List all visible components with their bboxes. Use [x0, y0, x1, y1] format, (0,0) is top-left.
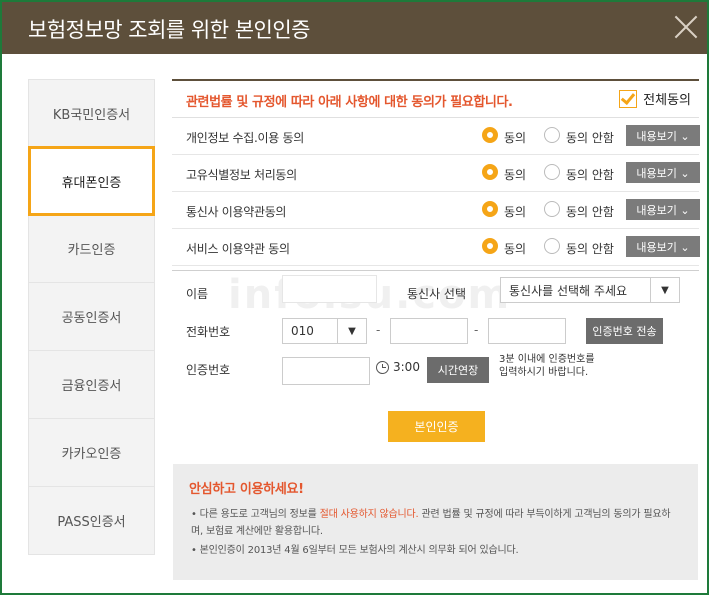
view-content-button[interactable]: 내용보기 ⌄ — [626, 162, 700, 183]
all-agree-checkbox[interactable]: 전체동의 — [619, 89, 691, 108]
agreement-section: 관련법률 및 규정에 따라 아래 사항에 대한 동의가 필요합니다. 전체동의 … — [172, 79, 700, 270]
agree-radio[interactable] — [482, 164, 498, 180]
agree-label[interactable]: 동의 — [504, 203, 526, 220]
send-code-button[interactable]: 인증번호 전송 — [586, 318, 663, 344]
disagree-radio[interactable] — [544, 201, 560, 217]
info-item-highlight: 절대 사용하지 않습니다. — [319, 509, 419, 520]
verify-identity-button[interactable]: 본인인증 — [388, 411, 485, 442]
info-item: • 본인인증이 2013년 4월 6일부터 모든 보험사의 계산시 의무화 되어… — [191, 545, 519, 556]
dash-separator: - — [474, 323, 479, 337]
agreement-row-privacy: 개인정보 수집.이용 동의 동의 동의 안함 내용보기 ⌄ — [172, 118, 700, 155]
view-content-button[interactable]: 내용보기 ⌄ — [626, 125, 700, 146]
dash-separator: - — [376, 323, 381, 337]
countdown-timer: 3:00 — [376, 360, 420, 374]
window-title: 보험정보망 조회를 위한 본인인증 — [28, 18, 311, 42]
agreement-header: 관련법률 및 규정에 따라 아래 사항에 대한 동의가 필요합니다. 전체동의 — [172, 81, 699, 118]
extend-time-button[interactable]: 시간연장 — [427, 357, 489, 383]
sidebar-item-phone-auth[interactable]: 휴대폰인증 — [28, 146, 155, 216]
form-row-code: 인증번호 3:00 시간연장 3분 이내에 인증번호를 입력하시기 바랍니다. — [172, 351, 699, 388]
code-input[interactable] — [282, 357, 370, 385]
code-note: 3분 이내에 인증번호를 입력하시기 바랍니다. — [499, 353, 595, 379]
name-input[interactable] — [282, 275, 377, 303]
timer-value: 3:00 — [393, 360, 420, 374]
disagree-label[interactable]: 동의 안함 — [566, 129, 614, 146]
disagree-label[interactable]: 동의 안함 — [566, 240, 614, 257]
sidebar-item-kb-cert[interactable]: KB국민인증서 — [28, 79, 155, 147]
code-note-line1: 3분 이내에 인증번호를 — [499, 354, 595, 365]
view-content-button[interactable]: 내용보기 ⌄ — [626, 236, 700, 257]
info-title: 안심하고 이용하세요! — [189, 482, 304, 497]
close-icon[interactable] — [673, 14, 699, 40]
phone-label: 전화번호 — [186, 325, 231, 339]
agreement-label: 개인정보 수집.이용 동의 — [186, 131, 304, 145]
agree-label[interactable]: 동의 — [504, 240, 526, 257]
clock-icon — [376, 360, 389, 374]
auth-form: 이름 통신사 선택 통신사를 선택해 주세요 ▼ 전화번호 010 ▼ - - … — [172, 270, 699, 393]
chevron-down-icon: ▼ — [337, 319, 366, 343]
phone-last-input[interactable] — [488, 318, 566, 344]
auth-method-sidebar: KB국민인증서 휴대폰인증 카드인증 공동인증서 금융인증서 카카오인증 PAS… — [28, 79, 155, 555]
sidebar-item-finance-cert[interactable]: 금융인증서 — [28, 351, 155, 419]
disagree-label[interactable]: 동의 안함 — [566, 203, 614, 220]
agreement-row-service: 서비스 이용약관 동의 동의 동의 안함 내용보기 ⌄ — [172, 229, 700, 266]
agreement-label: 서비스 이용약관 동의 — [186, 242, 290, 256]
agree-radio[interactable] — [482, 127, 498, 143]
code-note-line2: 입력하시기 바랍니다. — [499, 367, 589, 378]
checkmark-icon — [619, 89, 638, 108]
sidebar-item-pass-cert[interactable]: PASS인증서 — [28, 487, 155, 555]
form-row-phone: 전화번호 010 ▼ - - 인증번호 전송 — [172, 313, 699, 350]
disagree-radio[interactable] — [544, 127, 560, 143]
agreement-row-unique-id: 고유식별정보 처리동의 동의 동의 안함 내용보기 ⌄ — [172, 155, 700, 192]
name-label: 이름 — [186, 287, 209, 301]
carrier-label: 통신사 선택 — [407, 287, 467, 301]
agree-label[interactable]: 동의 — [504, 166, 526, 183]
all-agree-label: 전체동의 — [643, 93, 691, 108]
sidebar-item-joint-cert[interactable]: 공동인증서 — [28, 283, 155, 351]
agreement-label: 고유식별정보 처리동의 — [186, 168, 297, 182]
agreement-label: 통신사 이용약관동의 — [186, 205, 287, 219]
phone-prefix-select[interactable]: 010 ▼ — [282, 318, 367, 344]
agree-radio[interactable] — [482, 201, 498, 217]
disagree-radio[interactable] — [544, 238, 560, 254]
sidebar-item-card-auth[interactable]: 카드인증 — [28, 215, 155, 283]
agreement-notice: 관련법률 및 규정에 따라 아래 사항에 대한 동의가 필요합니다. — [186, 95, 513, 110]
phone-middle-input[interactable] — [390, 318, 468, 344]
disagree-radio[interactable] — [544, 164, 560, 180]
form-row-name: 이름 통신사 선택 통신사를 선택해 주세요 ▼ — [172, 275, 699, 312]
info-box: 안심하고 이용하세요! • 다른 용도로 고객님의 정보를 절대 사용하지 않습… — [173, 464, 698, 580]
agree-label[interactable]: 동의 — [504, 129, 526, 146]
agree-radio[interactable] — [482, 238, 498, 254]
title-bar: 보험정보망 조회를 위한 본인인증 — [2, 2, 707, 54]
chevron-down-icon: ▼ — [650, 278, 679, 302]
agreement-row-carrier: 통신사 이용약관동의 동의 동의 안함 내용보기 ⌄ — [172, 192, 700, 229]
carrier-select[interactable]: 통신사를 선택해 주세요 ▼ — [500, 277, 680, 303]
disagree-label[interactable]: 동의 안함 — [566, 166, 614, 183]
carrier-select-value: 통신사를 선택해 주세요 — [509, 283, 628, 298]
sidebar-item-kakao-auth[interactable]: 카카오인증 — [28, 419, 155, 487]
code-label: 인증번호 — [186, 363, 231, 377]
view-content-button[interactable]: 내용보기 ⌄ — [626, 199, 700, 220]
phone-prefix-value: 010 — [291, 324, 314, 338]
info-item: • 다른 용도로 고객님의 정보를 절대 사용하지 않습니다. 관련 법률 및 … — [191, 506, 681, 540]
info-item-text: • 다른 용도로 고객님의 정보를 — [191, 509, 320, 520]
